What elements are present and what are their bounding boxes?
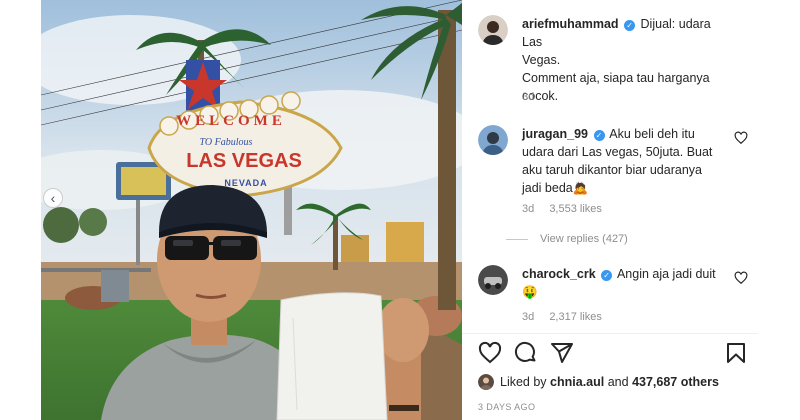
post-detail-panel: ariefmuhammad ✓ Dijual: udara Las Vegas.… bbox=[462, 0, 758, 420]
caption-age: 3d bbox=[522, 91, 535, 103]
comment-icon[interactable] bbox=[514, 341, 538, 365]
comment-likes[interactable]: 2,317 likes bbox=[549, 311, 602, 323]
heart-icon[interactable] bbox=[734, 271, 748, 285]
bookmark-icon[interactable] bbox=[724, 341, 748, 365]
verified-icon: ✓ bbox=[624, 20, 636, 31]
section-divider bbox=[462, 333, 758, 334]
comment-item: charock_crk ✓ Angin aja jadi duit 🤑 3d 2… bbox=[478, 265, 748, 330]
divider-line bbox=[506, 238, 528, 240]
author-username[interactable]: ariefmuhammad bbox=[522, 17, 619, 31]
comment-meta: 3d 2,317 likes bbox=[522, 311, 614, 323]
view-replies-label: View replies (427) bbox=[540, 233, 628, 245]
caption-meta: 3d bbox=[522, 91, 546, 103]
comment-line: aku taruh dikantor biar udaranya bbox=[522, 163, 702, 177]
comment-text: juragan_99 ✓ Aku beli deh itu udara dari… bbox=[522, 125, 722, 197]
post-timestamp: 3 DAYS AGO bbox=[478, 402, 536, 412]
share-icon[interactable] bbox=[550, 341, 574, 365]
emoji: 🤑 bbox=[522, 285, 538, 299]
post-photo[interactable]: WELCOME TO Fabulous LAS VEGAS NEVADA ‹ bbox=[41, 0, 462, 420]
verified-icon: ✓ bbox=[601, 270, 613, 281]
sign-state-text: NEVADA bbox=[224, 178, 267, 188]
likes-prefix: Liked by bbox=[500, 375, 547, 389]
commenter-username[interactable]: charock_crk bbox=[522, 267, 596, 281]
comment-line: jadi beda bbox=[522, 181, 573, 195]
comment-line: Angin aja jadi duit bbox=[616, 267, 716, 281]
caption-line: Comment aja, siapa tau harganya bbox=[522, 71, 710, 85]
comment-age: 3d bbox=[522, 203, 535, 215]
commenter-avatar[interactable] bbox=[478, 265, 508, 295]
caption-text: ariefmuhammad ✓ Dijual: udara Las Vegas.… bbox=[522, 15, 722, 105]
author-avatar[interactable] bbox=[478, 15, 508, 45]
heart-icon[interactable] bbox=[478, 341, 502, 365]
comment-likes[interactable]: 3,553 likes bbox=[549, 203, 602, 215]
likes-summary[interactable]: Liked by chnia.aul and 437,687 others bbox=[478, 374, 719, 390]
las-vegas-scene: WELCOME TO Fabulous LAS VEGAS NEVADA bbox=[41, 0, 462, 420]
comment-age: 3d bbox=[522, 311, 535, 323]
liker-avatar bbox=[478, 374, 494, 390]
heart-icon[interactable] bbox=[734, 131, 748, 145]
commenter-avatar[interactable] bbox=[478, 125, 508, 155]
comment-meta: 3d 3,553 likes bbox=[522, 203, 614, 215]
comment-line: Aku beli deh itu bbox=[609, 127, 695, 141]
likes-count[interactable]: 437,687 others bbox=[632, 375, 719, 389]
chevron-left-icon[interactable]: ‹ bbox=[43, 188, 63, 208]
likes-joiner: and bbox=[607, 375, 629, 389]
sign-welcome-text: WELCOME bbox=[176, 113, 286, 129]
verified-icon: ✓ bbox=[593, 130, 605, 141]
action-bar bbox=[478, 341, 748, 367]
caption-line: Vegas. bbox=[522, 53, 561, 67]
sign-fabulous-text: TO Fabulous bbox=[200, 137, 253, 148]
post-caption: ariefmuhammad ✓ Dijual: udara Las Vegas.… bbox=[478, 15, 748, 110]
comment-line: udara dari Las vegas, 50juta. Buat bbox=[522, 145, 713, 159]
liker-username[interactable]: chnia.aul bbox=[550, 375, 604, 389]
view-replies-button[interactable]: View replies (427) bbox=[506, 233, 628, 245]
comment-text: charock_crk ✓ Angin aja jadi duit 🤑 bbox=[522, 265, 722, 301]
sign-city-text: LAS VEGAS bbox=[186, 150, 302, 172]
commenter-username[interactable]: juragan_99 bbox=[522, 127, 588, 141]
emoji: 🙇 bbox=[572, 181, 589, 195]
comment-item: juragan_99 ✓ Aku beli deh itu udara dari… bbox=[478, 125, 748, 220]
